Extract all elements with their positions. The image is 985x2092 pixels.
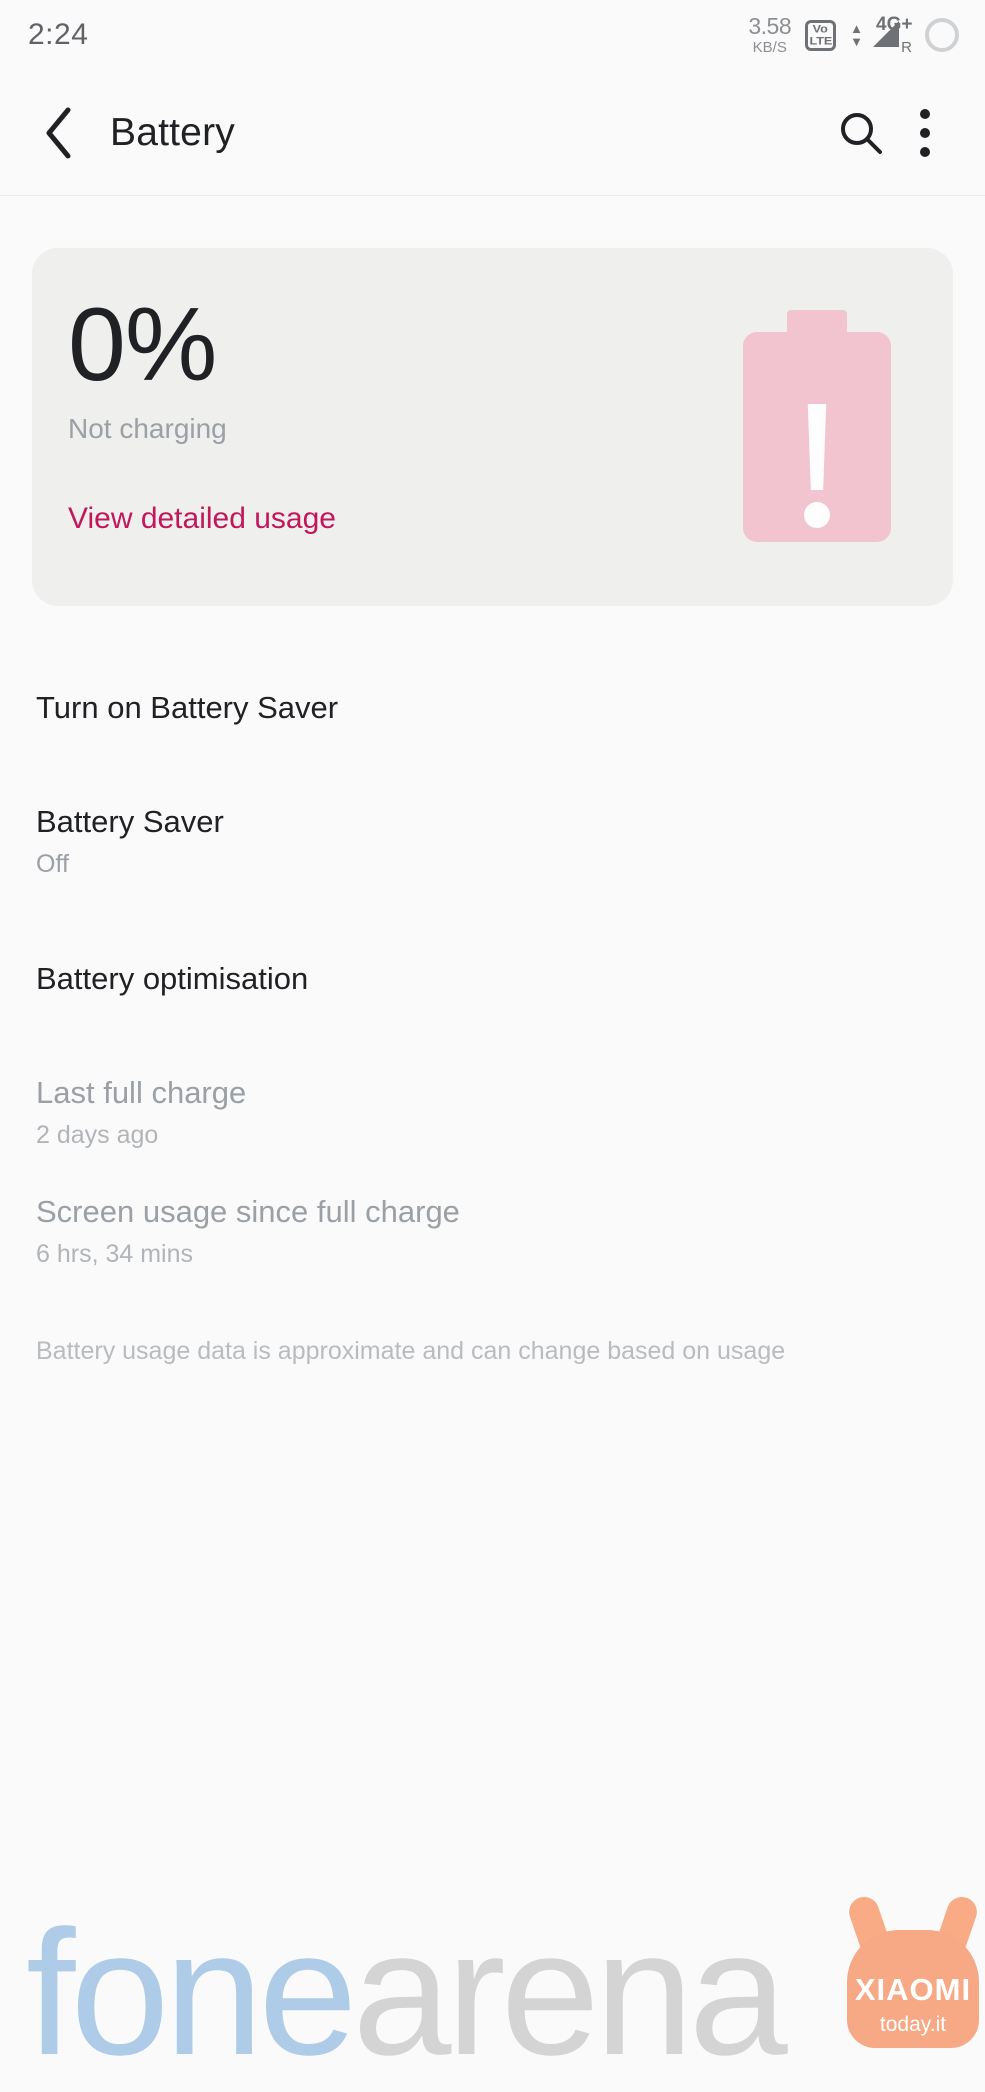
list-item-title: Screen usage since full charge xyxy=(36,1194,460,1229)
watermark-part-b: arena xyxy=(352,1893,787,2092)
status-clock: 2:24 xyxy=(28,18,89,51)
list-item-battery-optimisation[interactable]: Battery optimisation xyxy=(0,939,985,1019)
watermark-part-a: fone xyxy=(26,1893,357,2092)
back-button[interactable] xyxy=(30,105,86,161)
list-item-last-full-charge: Last full charge 2 days ago xyxy=(0,1053,985,1172)
exclamation-dot-shape xyxy=(804,502,830,528)
list-item-title: Turn on Battery Saver xyxy=(36,690,339,725)
dot-3 xyxy=(920,146,930,157)
dot-1 xyxy=(920,108,930,119)
list-spacer-3 xyxy=(0,1019,985,1053)
arrow-down-icon: ▼ xyxy=(850,33,863,49)
watermark-fonearena: fonearena xyxy=(26,1904,788,2082)
battery-usage-footnote: Battery usage data is approximate and ca… xyxy=(36,1337,786,1365)
data-transfer-arrows-icon: ▲ ▼ xyxy=(850,21,863,49)
more-vertical-icon xyxy=(920,108,930,157)
chevron-left-icon xyxy=(46,107,71,158)
list-item-subtitle: 6 hrs, 34 mins xyxy=(36,1240,194,1268)
status-bar: 2:24 3.58 KB/S Vo LTE ▲ ▼ 4G+ R xyxy=(0,0,985,70)
signal-triangle-icon xyxy=(873,21,899,47)
battery-settings-list: Turn on Battery Saver Battery Saver Off … xyxy=(0,668,985,1366)
list-item-subtitle: 2 days ago xyxy=(36,1121,159,1149)
volte-label-bottom: LTE xyxy=(809,34,833,48)
list-item-turn-on-battery-saver[interactable]: Turn on Battery Saver xyxy=(0,668,985,748)
mascot-brand-label: XIAOMI xyxy=(854,1972,972,2007)
volte-label-top: Vo xyxy=(813,22,829,36)
network-speed-indicator: 3.58 KB/S xyxy=(748,13,792,56)
network-speed-value: 3.58 xyxy=(748,13,792,39)
mascot-text: XIAOMI today.it xyxy=(837,1974,985,2035)
arrow-up-icon: ▲ xyxy=(850,21,863,37)
list-item-screen-usage-since-full-charge: Screen usage since full charge 6 hrs, 34… xyxy=(0,1172,985,1291)
xiaomi-mascot-logo-icon: XIAOMI today.it xyxy=(837,1890,985,2048)
status-icons: 3.58 KB/S Vo LTE ▲ ▼ 4G+ R xyxy=(748,15,959,55)
battery-empty-circle-icon xyxy=(925,18,959,52)
battery-status-card: 0% Not charging View detailed usage xyxy=(32,248,953,606)
network-speed-unit: KB/S xyxy=(752,39,787,56)
overflow-menu-button[interactable] xyxy=(893,101,957,165)
volte-icon: Vo LTE xyxy=(805,19,837,51)
search-button[interactable] xyxy=(829,101,893,165)
battery-alert-icon xyxy=(743,310,891,542)
app-toolbar: Battery xyxy=(0,70,985,196)
list-item-title: Battery Saver xyxy=(36,804,224,839)
list-item-subtitle: Off xyxy=(36,850,69,878)
list-item-title: Last full charge xyxy=(36,1075,247,1110)
list-spacer-1 xyxy=(0,748,985,782)
list-item-title: Battery optimisation xyxy=(36,961,309,996)
signal-indicator: ▲ ▼ 4G+ R xyxy=(850,15,912,56)
list-item-battery-saver[interactable]: Battery Saver Off xyxy=(0,782,985,901)
search-icon xyxy=(841,112,882,154)
list-spacer-2 xyxy=(0,901,985,939)
roaming-label: R xyxy=(901,39,912,56)
dot-2 xyxy=(920,127,930,138)
page-title: Battery xyxy=(110,110,235,154)
mascot-site-label: today.it xyxy=(879,2013,947,2036)
signal-bars-icon: 4G+ R xyxy=(865,15,912,56)
view-detailed-usage-link[interactable]: View detailed usage xyxy=(68,502,336,536)
